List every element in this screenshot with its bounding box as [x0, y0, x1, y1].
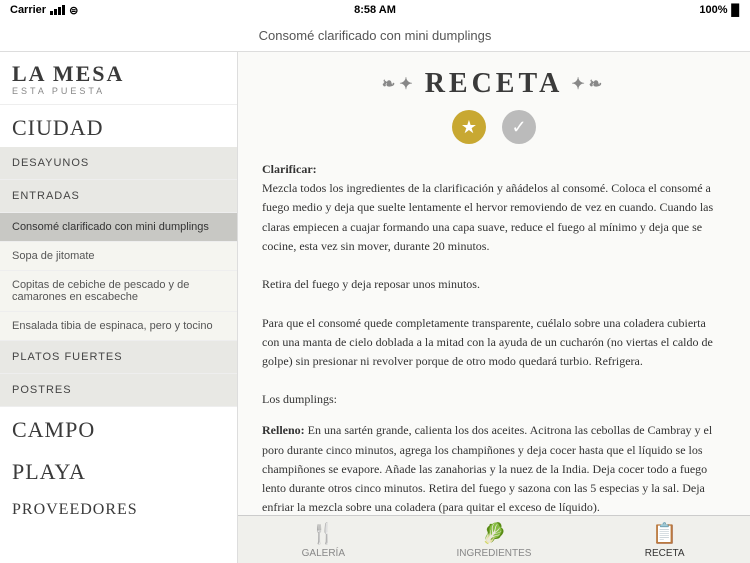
tab-galeria-label: GALERÍA: [302, 548, 345, 559]
main-layout: LA MESA ESTA PUESTA CIUDAD DESAYUNOS ENT…: [0, 52, 750, 563]
signal-bar-4: [62, 5, 65, 15]
tab-bar: 🍴 GALERÍA 🥬 INGREDIENTES 📋 RECETA: [238, 515, 750, 563]
receta-icon: 📋: [652, 521, 677, 546]
section-header-ciudad: CIUDAD: [0, 105, 237, 147]
section-text-clarificar-3: Para que el consomé quede completamente …: [262, 316, 713, 368]
recipe-icons: ★ ✓: [262, 110, 726, 144]
galeria-icon: 🍴: [311, 521, 336, 546]
section-header-playa: PLAYA: [0, 449, 237, 491]
menu-sub-consome[interactable]: Consomé clarificado con mini dumplings: [0, 213, 237, 242]
status-left: Carrier ⊜: [10, 4, 78, 17]
section-header-campo: CAMPO: [0, 407, 237, 449]
signal-bar-1: [50, 11, 53, 15]
status-time: 8:58 AM: [354, 4, 396, 16]
recipe-header: ❧✦ RECETA ✦❧ ★ ✓: [262, 68, 726, 144]
carrier-label: Carrier: [10, 4, 46, 16]
star-button[interactable]: ★: [452, 110, 486, 144]
section-title-relleno: Relleno:: [262, 423, 308, 437]
menu-item-platos[interactable]: PLATOS FUERTES: [0, 341, 237, 374]
ingredientes-icon: 🥬: [482, 521, 507, 546]
logo-sub: ESTA PUESTA: [12, 86, 225, 96]
section-text-relleno: En una sartén grande, calienta los dos a…: [262, 423, 712, 514]
recipe-title: RECETA: [425, 68, 564, 100]
menu-item-postres[interactable]: POSTRES: [0, 374, 237, 407]
section-text-clarificar: Mezcla todos los ingredientes de la clar…: [262, 181, 713, 253]
tab-ingredientes[interactable]: 🥬 INGREDIENTES: [454, 521, 534, 559]
check-button[interactable]: ✓: [502, 110, 536, 144]
battery-icon: ▉: [732, 4, 740, 17]
deco-left: ❧✦: [382, 74, 417, 94]
menu-sub-ensalada[interactable]: Ensalada tibia de espinaca, pero y tocin…: [0, 312, 237, 341]
recipe-body: Clarificar: Mezcla todos los ingrediente…: [262, 160, 726, 515]
menu-sub-copitas[interactable]: Copitas de cebiche de pescado y de camar…: [0, 271, 237, 312]
recipe-scroll: ❧✦ RECETA ✦❧ ★ ✓ Clarificar: Mezcla todo…: [238, 52, 750, 515]
deco-right: ✦❧: [571, 74, 606, 94]
tab-receta-label: RECETA: [645, 548, 685, 559]
section-header-proveedores: PROVEEDORES: [0, 491, 237, 525]
section-text-dumplings-intro: Los dumplings:: [262, 392, 337, 406]
content-area: ❧✦ RECETA ✦❧ ★ ✓ Clarificar: Mezcla todo…: [238, 52, 750, 563]
nav-bar: Consomé clarificado con mini dumplings: [0, 20, 750, 52]
sidebar: LA MESA ESTA PUESTA CIUDAD DESAYUNOS ENT…: [0, 52, 238, 563]
section-text-clarificar-2: Retira del fuego y deja reposar unos min…: [262, 277, 480, 291]
menu-item-entradas[interactable]: ENTRADAS: [0, 180, 237, 213]
recipe-section-clarificar: Clarificar: Mezcla todos los ingrediente…: [262, 160, 726, 409]
menu-sub-sopa[interactable]: Sopa de jitomate: [0, 242, 237, 271]
section-title-clarificar: Clarificar:: [262, 162, 317, 176]
wifi-icon: ⊜: [69, 4, 78, 17]
tab-receta[interactable]: 📋 RECETA: [625, 521, 705, 559]
status-bar: Carrier ⊜ 8:58 AM 100% ▉: [0, 0, 750, 20]
tab-ingredientes-label: INGREDIENTES: [456, 548, 531, 559]
logo-main: LA MESA: [12, 62, 225, 86]
nav-title: Consomé clarificado con mini dumplings: [259, 28, 492, 43]
status-right: 100% ▉: [699, 4, 740, 17]
recipe-section-relleno: Relleno: En una sartén grande, calienta …: [262, 421, 726, 515]
battery-label: 100%: [699, 4, 727, 16]
recipe-title-decoration: ❧✦ RECETA ✦❧: [262, 68, 726, 100]
menu-item-desayunos[interactable]: DESAYUNOS: [0, 147, 237, 180]
signal-bar-3: [58, 7, 61, 15]
signal-bar-2: [54, 9, 57, 15]
tab-galeria[interactable]: 🍴 GALERÍA: [283, 521, 363, 559]
sidebar-logo: LA MESA ESTA PUESTA: [0, 52, 237, 105]
signal-bars: [50, 5, 65, 15]
